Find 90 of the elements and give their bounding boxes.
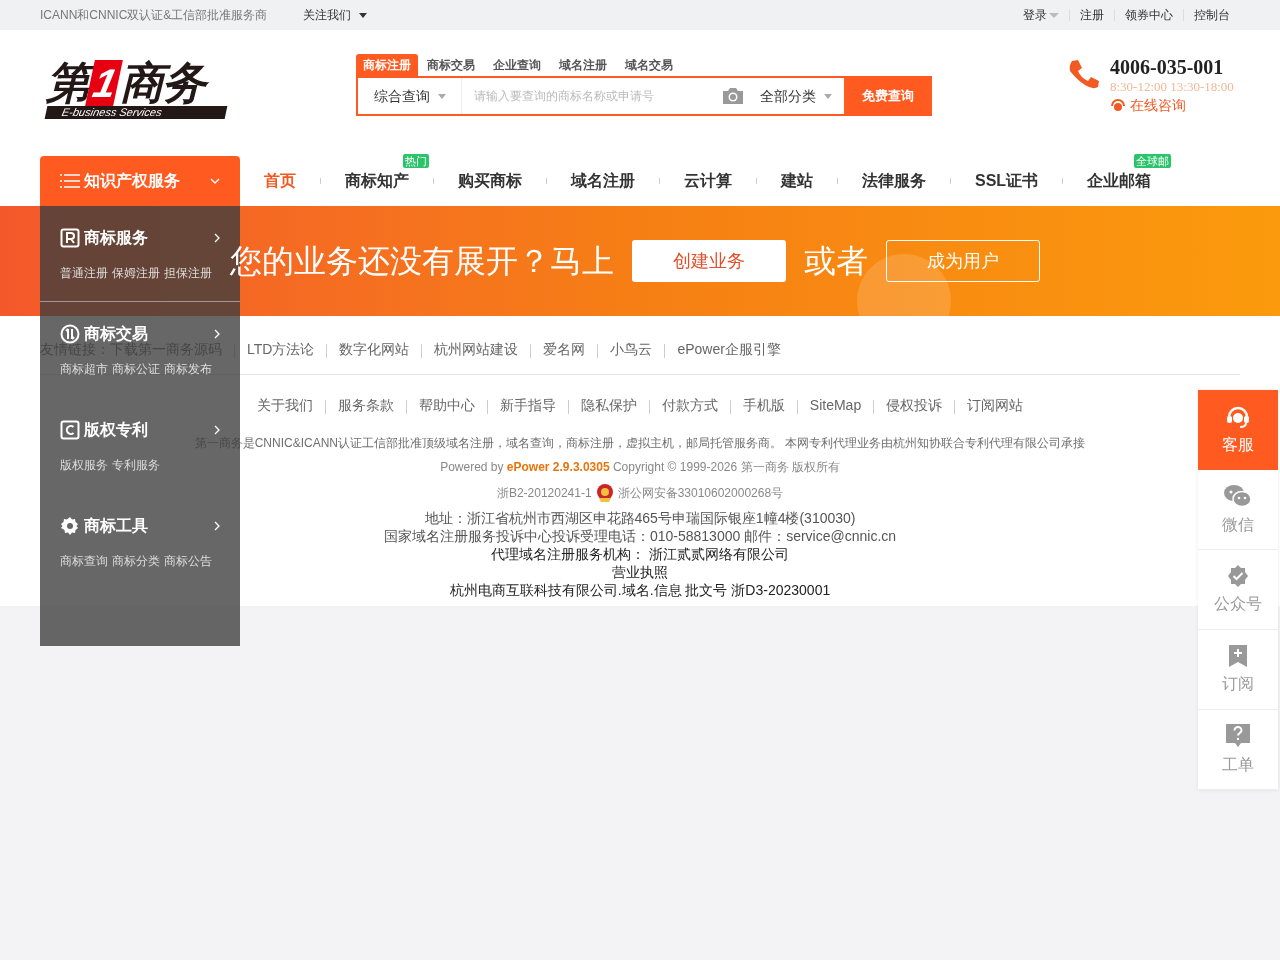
nav-link[interactable]: 域名注册 bbox=[547, 169, 659, 193]
slogan: ICANN和CNNIC双认证&工信部批准服务商 bbox=[40, 7, 268, 24]
category-link[interactable]: 版权服务 bbox=[60, 456, 108, 474]
chevron-down-icon bbox=[210, 178, 220, 184]
nav-link[interactable]: 购买商标 bbox=[434, 169, 546, 193]
friend-link[interactable]: 小鸟云 bbox=[610, 338, 653, 360]
search-field[interactable]: 请输入要查询的商标名称或申请号 bbox=[462, 78, 722, 114]
footer-info: 营业执照 bbox=[612, 563, 668, 581]
caret-icon bbox=[437, 93, 446, 99]
nav-link[interactable]: 云计算 bbox=[660, 169, 756, 193]
banner-or: 或者 bbox=[804, 242, 868, 281]
scope-dropdown[interactable]: 综合查询 bbox=[358, 78, 462, 114]
footer-info: 代理域名注册服务机构： 浙江贰贰网络有限公司 bbox=[491, 545, 789, 563]
search-tab[interactable]: 域名注册 bbox=[550, 54, 616, 76]
chevron-right-icon bbox=[214, 425, 220, 435]
nav-badge: 热门 bbox=[403, 154, 429, 168]
category-link[interactable]: 商标公告 bbox=[164, 552, 212, 570]
category-link[interactable]: 普通注册 bbox=[60, 264, 108, 282]
category-link[interactable]: 商标超市 bbox=[60, 360, 108, 378]
footer-info: 杭州电商互联科技有限公司.域名.信息 批文号 浙D3-20230001 bbox=[449, 581, 831, 599]
footer-link[interactable]: 服务条款 bbox=[337, 394, 394, 416]
create-business-button[interactable]: 创建业务 bbox=[632, 240, 786, 282]
category-link[interactable]: 专利服务 bbox=[112, 456, 160, 474]
search-tab[interactable]: 域名交易 bbox=[616, 54, 682, 76]
police-emblem-icon bbox=[595, 483, 614, 503]
category-link[interactable]: 保姆注册 bbox=[112, 264, 160, 282]
bookmark-plus-icon bbox=[1227, 643, 1249, 668]
footer-info: 地址：浙江省杭州市西湖区申花路465号申瑞国际银座1幢4楼(310030) bbox=[424, 509, 856, 527]
search-bar[interactable]: 综合查询 请输入要查询的商标名称或申请号 全部分类 免费查询 bbox=[356, 76, 932, 116]
footer-link[interactable]: 付款方式 bbox=[661, 394, 718, 416]
search-tab[interactable]: 商标交易 bbox=[418, 54, 484, 76]
footer-link[interactable]: 侵权投诉 bbox=[886, 394, 943, 416]
friend-link[interactable]: 杭州网站建设 bbox=[434, 338, 519, 360]
chevron-right-icon bbox=[214, 329, 220, 339]
footer-link[interactable]: 新手指导 bbox=[499, 394, 556, 416]
top-link[interactable]: 登录 bbox=[1023, 6, 1059, 24]
camera-icon[interactable] bbox=[722, 87, 744, 105]
caret-icon bbox=[1049, 12, 1059, 18]
question-icon bbox=[1225, 722, 1251, 749]
nav-badge: 全球邮 bbox=[1134, 154, 1172, 168]
category-title[interactable]: 商标交易 bbox=[84, 322, 148, 346]
online-consult-link[interactable]: 在线咨询 bbox=[1110, 96, 1234, 114]
footer-link[interactable]: 手机版 bbox=[742, 394, 785, 416]
c-square-icon bbox=[60, 420, 80, 440]
copyright-text: Powered by ePower 2.9.3.0305 Copyright © 1999-2026 第一商务 版权所有 bbox=[440, 459, 840, 476]
nav-link[interactable]: 法律服务 bbox=[838, 169, 950, 193]
top-link[interactable]: 领券中心 bbox=[1125, 6, 1173, 24]
list-icon bbox=[60, 173, 80, 189]
friend-link[interactable]: ePower企服引擎 bbox=[677, 338, 781, 360]
category-title[interactable]: 商标工具 bbox=[84, 514, 148, 538]
category-link[interactable]: 担保注册 bbox=[164, 264, 212, 282]
gear-icon bbox=[60, 516, 80, 536]
phone-number: 4006-035-001 bbox=[1110, 56, 1225, 78]
chevron-right-icon bbox=[214, 233, 220, 243]
category-link[interactable]: 商标公证 bbox=[112, 360, 160, 378]
nav-link[interactable]: 建站 bbox=[757, 169, 837, 193]
nav-link[interactable]: 首页 bbox=[240, 169, 320, 193]
footer-link[interactable]: SiteMap bbox=[809, 394, 862, 416]
footer-link[interactable]: 关于我们 bbox=[256, 394, 313, 416]
check-badge-icon bbox=[1226, 563, 1250, 588]
friend-link[interactable]: LTD方法论 bbox=[247, 338, 315, 360]
chat-bubbles-icon bbox=[1223, 482, 1253, 509]
top-link[interactable]: 控制台 bbox=[1194, 6, 1230, 24]
footer-link[interactable]: 隐私保护 bbox=[580, 394, 637, 416]
chevron-right-icon bbox=[214, 521, 220, 531]
category-title[interactable]: 商标服务 bbox=[84, 226, 148, 250]
category-title[interactable]: 版权专利 bbox=[84, 418, 148, 442]
logo[interactable]: 第1商务 E-business Services bbox=[46, 60, 234, 120]
exchange-icon bbox=[60, 324, 80, 344]
category-menu-title: 知识产权服务 bbox=[84, 171, 180, 191]
category-link[interactable]: 商标查询 bbox=[60, 552, 108, 570]
service-hours: 8:30-12:00 13:30-18:00 bbox=[1110, 78, 1234, 96]
category-link[interactable]: 商标发布 bbox=[164, 360, 212, 378]
search-tab[interactable]: 企业查询 bbox=[484, 54, 550, 76]
nav-link[interactable]: SSL证书 bbox=[951, 169, 1063, 193]
footer-link[interactable]: 帮助中心 bbox=[418, 394, 475, 416]
caret-icon bbox=[359, 12, 368, 18]
follow-dropdown[interactable]: 关注我们 bbox=[303, 6, 368, 24]
caret-icon bbox=[824, 93, 832, 99]
footer-info: 国家域名注册服务投诉中心投诉受理电话：010-58813000 邮件：service@cnnic.cn bbox=[383, 527, 897, 545]
icp-number: 浙B2-20120241-1 bbox=[496, 485, 592, 502]
category-link[interactable]: 商标分类 bbox=[112, 552, 160, 570]
headset-icon bbox=[1110, 97, 1126, 113]
friend-link[interactable]: 数字化网站 bbox=[339, 338, 410, 360]
top-link[interactable]: 注册 bbox=[1080, 6, 1104, 24]
category-dropdown[interactable]: 全部分类 bbox=[760, 78, 844, 114]
friend-link[interactable]: 爱名网 bbox=[543, 338, 586, 360]
r-square-icon bbox=[60, 228, 80, 248]
footer-link[interactable]: 订阅网站 bbox=[967, 394, 1024, 416]
police-record: 浙公网安备33010602000268号 bbox=[617, 485, 784, 502]
